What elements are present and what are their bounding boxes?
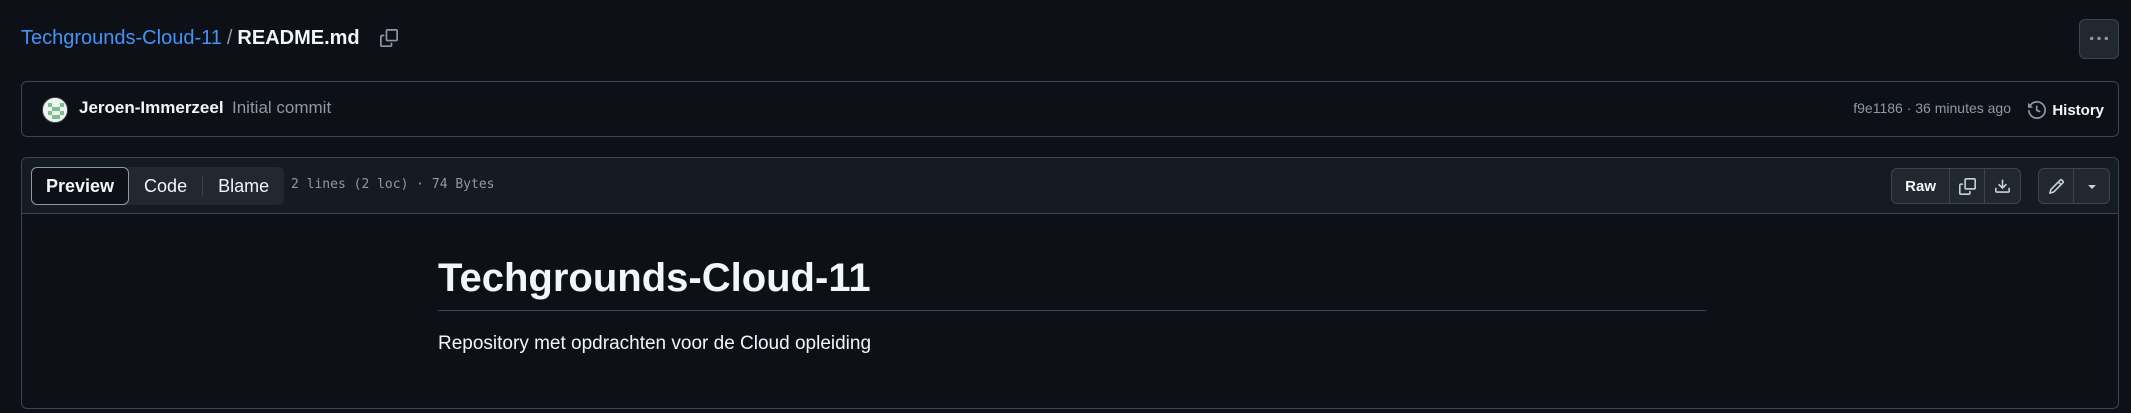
more-options-button[interactable] — [2079, 19, 2119, 59]
file-size-info: 2 lines (2 loc) · 74 Bytes — [291, 177, 495, 192]
commit-author[interactable]: Jeroen-Immerzeel — [79, 98, 224, 118]
readme-heading: Techgrounds-Cloud-11 — [438, 254, 1706, 311]
avatar[interactable] — [42, 97, 68, 123]
tab-preview[interactable]: Preview — [31, 167, 130, 205]
file-header: Preview Code Blame 2 lines (2 loc) · 74 … — [22, 158, 2118, 214]
pencil-icon — [2048, 178, 2064, 194]
history-button[interactable]: History — [2028, 96, 2104, 124]
edit-file-button[interactable] — [2039, 169, 2074, 203]
breadcrumb: Techgrounds-Cloud-11 / README.md — [21, 24, 402, 52]
view-mode-switcher: Preview Code Blame — [31, 167, 285, 205]
download-raw-button[interactable] — [1985, 169, 2020, 203]
copy-raw-button[interactable] — [1950, 169, 1985, 203]
tab-code[interactable]: Code — [129, 167, 202, 205]
file-path-bar: Techgrounds-Cloud-11 / README.md — [0, 0, 2131, 76]
history-label: History — [2052, 101, 2104, 119]
triangle-down-icon — [2087, 185, 2096, 189]
breadcrumb-separator: / — [226, 26, 233, 49]
copy-icon — [1958, 177, 1976, 195]
history-icon — [2028, 101, 2047, 119]
raw-actions-group: Raw — [1891, 168, 2021, 204]
tab-blame[interactable]: Blame — [203, 167, 284, 205]
edit-options-dropdown[interactable] — [2074, 169, 2109, 203]
breadcrumb-repo-link[interactable]: Techgrounds-Cloud-11 — [21, 27, 222, 50]
commit-hash-and-time[interactable]: f9e1186 · 36 minutes ago — [1853, 100, 2011, 116]
edit-actions-group — [2038, 168, 2110, 204]
kebab-horizontal-icon — [2090, 36, 2108, 41]
raw-button[interactable]: Raw — [1892, 169, 1950, 203]
readme-content: Techgrounds-Cloud-11 Repository met opdr… — [438, 214, 1706, 355]
file-view-panel: Preview Code Blame 2 lines (2 loc) · 74 … — [21, 157, 2119, 409]
commit-message[interactable]: Initial commit — [232, 98, 331, 118]
download-icon — [1995, 178, 2010, 193]
breadcrumb-file-name: README.md — [237, 26, 360, 49]
copy-icon — [379, 29, 398, 47]
copy-path-button[interactable] — [376, 25, 402, 51]
latest-commit-box: Jeroen-Immerzeel Initial commit f9e1186 … — [21, 81, 2119, 137]
readme-paragraph: Repository met opdrachten voor de Cloud … — [438, 333, 872, 354]
